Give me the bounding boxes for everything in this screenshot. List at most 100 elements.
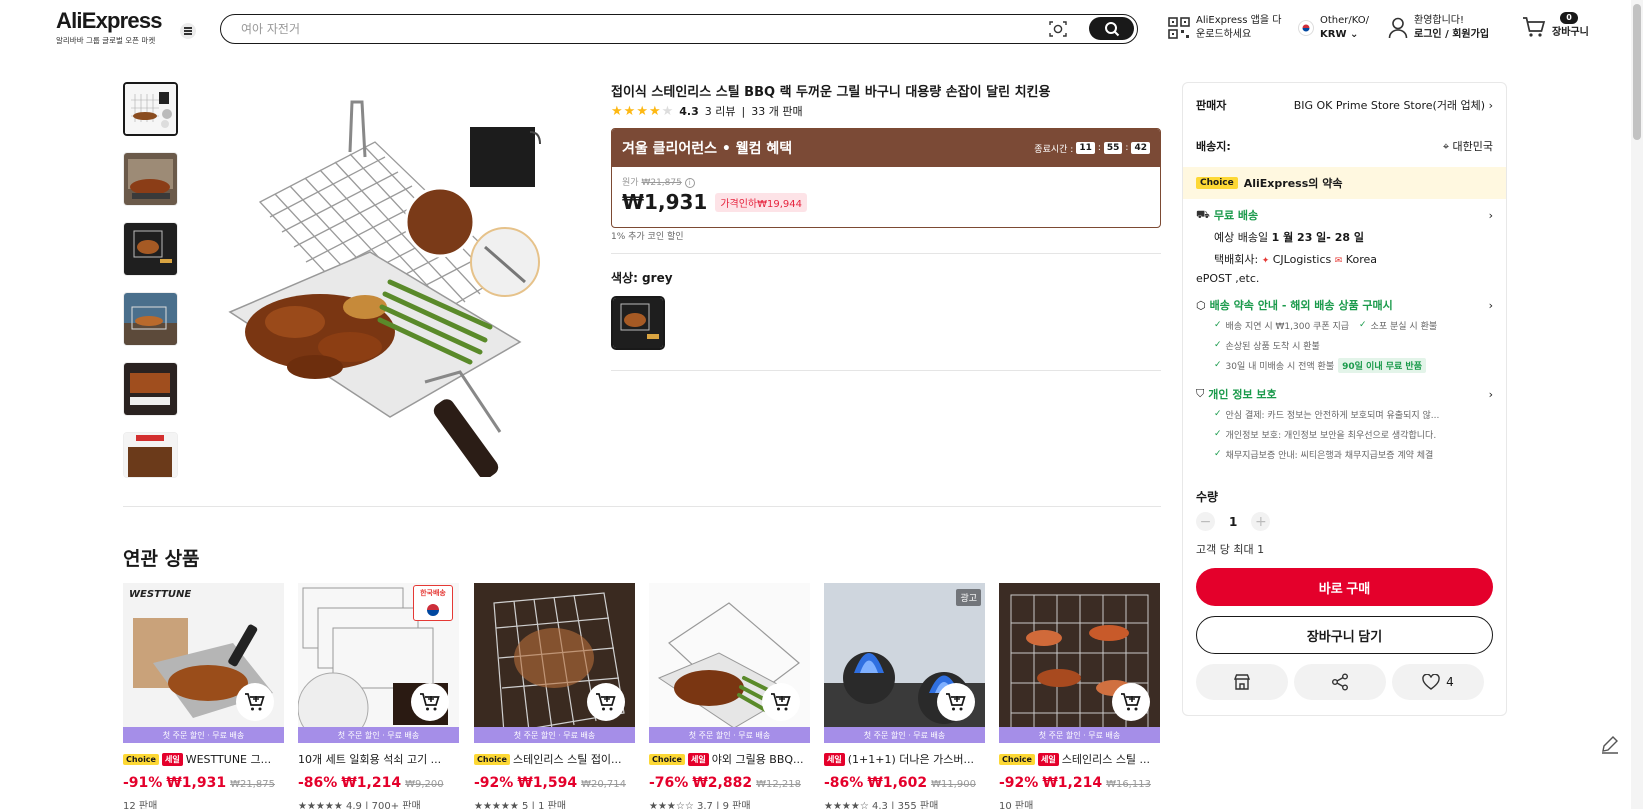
- seller-name[interactable]: BIG OK Prime Store Store(거래 업체): [1294, 99, 1485, 112]
- review-count[interactable]: 3 리뷰: [705, 103, 736, 119]
- chevron-right-icon: ›: [1488, 298, 1493, 312]
- product-card-image[interactable]: WESTTUNE 첫 주문 할인 · 무료 배송: [123, 583, 284, 743]
- half-star-icon: ★: [661, 103, 674, 119]
- product-card-discount: -91%: [123, 775, 163, 791]
- product-card-title[interactable]: 스테인리스 스틸 ...: [1062, 751, 1150, 767]
- login-link[interactable]: 로그인 / 회원가입: [1414, 28, 1489, 42]
- first-order-strip: 첫 주문 할인 · 무료 배송: [999, 727, 1160, 743]
- add-to-cart-icon[interactable]: [1112, 683, 1150, 721]
- seller-row[interactable]: 판매자 BIG OK Prime Store Store(거래 업체) ›: [1196, 97, 1493, 113]
- search-input[interactable]: [241, 20, 1041, 38]
- store-button[interactable]: [1196, 664, 1288, 700]
- thumbnail-3[interactable]: [123, 222, 178, 276]
- rating-row: ★ ★ ★ ★ ★ 4.3 3 리뷰 | 33 개 판매: [611, 103, 803, 119]
- first-order-strip: 첫 주문 할인 · 무료 배송: [123, 727, 284, 743]
- app-download[interactable]: AliExpress 앱을 다 운로드하세요: [1168, 14, 1281, 42]
- scrollbar-thumb[interactable]: [1633, 4, 1641, 140]
- guarantee-title: 배송 약속 안내 - 해외 배송 상품 구매시: [1209, 299, 1393, 312]
- product-card[interactable]: 첫 주문 할인 · 무료 배송 Choice 스테인리스 스틸 접이... -92…: [474, 583, 635, 809]
- scrollbar[interactable]: [1631, 0, 1643, 809]
- share-button[interactable]: [1294, 664, 1386, 700]
- cart-label: 장바구니: [1552, 27, 1589, 38]
- wishlist-count: 4: [1446, 675, 1454, 689]
- privacy-item: 개인정보 보호: 개인정보 보안을 최우선으로 생각합니다.: [1225, 430, 1437, 441]
- product-card-image[interactable]: 한국배송 첫 주문 할인 · 무료 배송: [298, 583, 459, 743]
- cart-link[interactable]: 0 장바구니: [1522, 12, 1589, 40]
- region-selector[interactable]: Other/KO/ KRW ⌄: [1298, 14, 1369, 42]
- product-card-title[interactable]: 스테인리스 스틸 접이...: [513, 751, 622, 767]
- thumbnail-1[interactable]: [123, 82, 178, 136]
- rating-value: 4.3: [679, 104, 699, 118]
- korea-flag-icon: [1298, 20, 1314, 36]
- search-button[interactable]: [1089, 17, 1134, 40]
- privacy-shield-icon: ⛉: [1196, 387, 1205, 400]
- account-menu[interactable]: 환영합니다! 로그인 / 회원가입: [1388, 14, 1489, 42]
- product-card-title[interactable]: WESTTUNE 그...: [186, 751, 271, 767]
- product-card[interactable]: 한국배송 첫 주문 할인 · 무료 배송 10개 세트 일회용 석쇠 고기 ..…: [298, 583, 459, 809]
- add-to-cart-icon[interactable]: [762, 683, 800, 721]
- privacy-item: 채무지급보증 안내: 씨티은행과 채무지급보증 계약 체결: [1225, 450, 1434, 461]
- thumbnail-6[interactable]: [123, 432, 178, 478]
- wishlist-button[interactable]: 4: [1392, 664, 1484, 700]
- color-option-grey[interactable]: [611, 296, 665, 350]
- divider: [611, 370, 1161, 371]
- product-card[interactable]: 첫 주문 할인 · 무료 배송 Choice 세일 야외 그릴용 BBQ... -7…: [649, 583, 810, 809]
- image-search-icon[interactable]: [1049, 20, 1067, 38]
- purchase-panel: 판매자 BIG OK Prime Store Store(거래 업체) › 배송…: [1182, 82, 1507, 716]
- product-main-image[interactable]: [200, 82, 595, 479]
- product-card[interactable]: 첫 주문 할인 · 무료 배송 Choice 세일 스테인리스 스틸 ... -92…: [999, 583, 1160, 809]
- aliexpress-logo[interactable]: AliExpress 알리바바 그룹 글로벌 오픈 마켓: [56, 9, 164, 46]
- decrease-button[interactable]: −: [1196, 512, 1215, 531]
- thumbnail-5[interactable]: [123, 362, 178, 416]
- buy-now-button[interactable]: 바로 구매: [1196, 568, 1493, 606]
- add-to-cart-icon[interactable]: [937, 683, 975, 721]
- add-to-cart-icon[interactable]: [587, 683, 625, 721]
- original-price-row: 원가 ₩21,875 i: [622, 175, 1150, 188]
- product-card-image[interactable]: 광고 첫 주문 할인 · 무료 배송: [824, 583, 985, 743]
- product-card-title[interactable]: 야외 그릴용 BBQ...: [712, 751, 804, 767]
- product-card[interactable]: WESTTUNE 첫 주문 할인 · 무료 배송 Choice 세일 WESTTUN…: [123, 583, 284, 809]
- search-bar: [220, 14, 1138, 44]
- quantity-value[interactable]: 1: [1229, 515, 1237, 529]
- free-shipping-section[interactable]: ⛟ 무료 배송 › 예상 배송일 1 월 23 일- 28 일 택배회사: ✦ CJ…: [1196, 207, 1493, 287]
- guarantee-item: 손상된 상품 도착 시 환불: [1225, 341, 1320, 352]
- color-label: 색상: grey: [611, 271, 673, 285]
- product-card-original-price: ₩20,714: [581, 779, 626, 790]
- add-to-cart-button[interactable]: 장바구니 담기: [1196, 616, 1493, 654]
- privacy-section[interactable]: ⛉ 개인 정보 보호 › ✓ 안심 결제: 카드 정보는 안전하게 보호되며 유출되지…: [1196, 386, 1493, 464]
- menu-icon[interactable]: [180, 23, 196, 39]
- sale-badge: 세일: [824, 752, 845, 766]
- product-card-sold: 10 판매: [999, 801, 1034, 809]
- courier-korea: Korea: [1345, 253, 1377, 266]
- thumbnail-list: [123, 82, 180, 494]
- ship-to-row[interactable]: 배송지: ⌖ 대한민국: [1196, 138, 1493, 154]
- thumbnail-2[interactable]: [123, 152, 178, 206]
- chevron-right-icon: ›: [1488, 99, 1493, 112]
- thumbnail-4[interactable]: [123, 292, 178, 346]
- delivery-guarantee-section[interactable]: ⬡ 배송 약속 안내 - 해외 배송 상품 구매시 › ✓ 배송 지연 시 ₩1,30…: [1196, 297, 1493, 375]
- korea-shipping-badge: 한국배송: [413, 585, 453, 621]
- check-icon: ✓: [1359, 320, 1367, 330]
- choice-badge: Choice: [474, 753, 510, 765]
- korea-post-icon: ✉: [1334, 256, 1343, 266]
- product-card-image[interactable]: 첫 주문 할인 · 무료 배송: [649, 583, 810, 743]
- product-card-title[interactable]: (1+1+1) 더나은 가스버...: [848, 751, 974, 767]
- choice-promise-text: AliExpress의 약속: [1243, 177, 1343, 190]
- check-icon: ✓: [1214, 429, 1222, 439]
- product-card-original-price: ₩12,218: [756, 779, 801, 790]
- product-card-title[interactable]: 10개 세트 일회용 석쇠 고기 ...: [298, 751, 441, 767]
- product-card-sold: 4.3 | 355 판매: [872, 801, 939, 809]
- currency-text: KRW: [1320, 29, 1347, 40]
- app-download-line1: AliExpress 앱을 다: [1196, 15, 1282, 26]
- edit-icon[interactable]: [1598, 732, 1622, 756]
- header: AliExpress 알리바바 그룹 글로벌 오픈 마켓 AliExpress …: [0, 0, 1643, 58]
- product-card-image[interactable]: 첫 주문 할인 · 무료 배송: [999, 583, 1160, 743]
- increase-button[interactable]: +: [1251, 512, 1271, 531]
- product-card[interactable]: 광고 첫 주문 할인 · 무료 배송 세일 (1+1+1) 더나은 가스버... …: [824, 583, 985, 809]
- product-card-image[interactable]: 첫 주문 할인 · 무료 배송: [474, 583, 635, 743]
- add-to-cart-icon[interactable]: [236, 683, 274, 721]
- free-return-badge: 90일 이내 무료 반품: [1338, 357, 1426, 373]
- info-icon[interactable]: i: [684, 178, 695, 188]
- add-to-cart-icon[interactable]: [411, 683, 449, 721]
- coin-discount-note: 1% 추가 코인 할인: [611, 232, 684, 242]
